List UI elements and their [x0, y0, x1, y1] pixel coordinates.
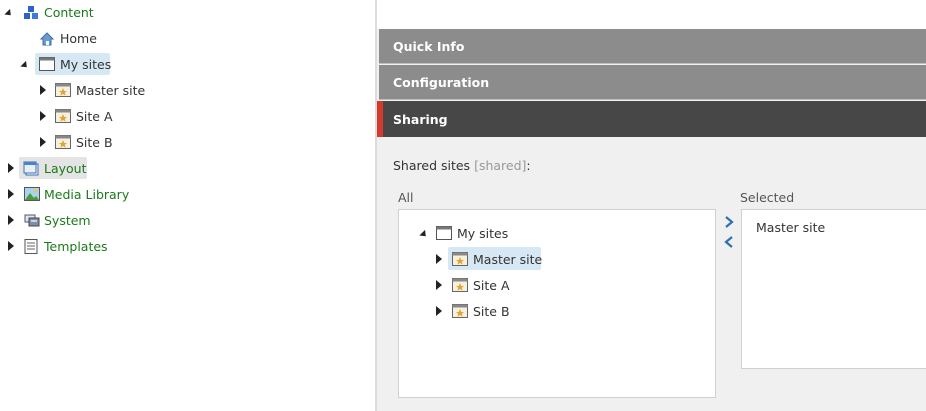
site-star-icon: [55, 135, 71, 149]
selected-sites-list[interactable]: Master site: [741, 209, 926, 369]
section-title-sharing: Sharing: [393, 111, 448, 127]
tree-item-site-b[interactable]: Site B: [76, 135, 113, 150]
move-left-icon: [724, 236, 733, 248]
system-icon: [24, 214, 40, 227]
tree-item-content[interactable]: Content: [44, 5, 94, 20]
section-title-configuration: Configuration: [393, 74, 490, 90]
site-star-icon: [452, 278, 468, 292]
all-tree-item-site-a[interactable]: Site A: [473, 278, 510, 293]
site-star-icon: [55, 109, 71, 123]
site-star-icon: [452, 304, 468, 318]
tree-item-home[interactable]: Home: [60, 31, 97, 46]
move-left-button[interactable]: [723, 235, 735, 249]
shared-sites-label: Shared sites [shared]:: [393, 158, 531, 173]
expand-toggle-content[interactable]: [4, 8, 14, 18]
expand-toggle-all-site-a[interactable]: [434, 280, 444, 290]
templates-icon: [24, 239, 38, 254]
section-configuration[interactable]: Configuration: [379, 65, 926, 100]
selected-column-label: Selected: [740, 190, 795, 205]
move-right-button[interactable]: [723, 215, 735, 229]
move-right-icon: [725, 216, 734, 228]
expand-toggle-my-sites[interactable]: [20, 60, 30, 70]
expand-toggle-all-site-b[interactable]: [434, 306, 444, 316]
field-label: Shared sites: [393, 158, 471, 173]
all-tree-item-my-sites[interactable]: My sites: [457, 226, 508, 241]
tree-item-site-a[interactable]: Site A: [76, 109, 113, 124]
editor-header: [377, 0, 926, 29]
site-star-icon: [452, 252, 468, 266]
expand-toggle-layout[interactable]: [6, 163, 16, 173]
selected-item[interactable]: Master site: [756, 220, 825, 235]
expand-toggle-all-my-sites[interactable]: [419, 229, 429, 239]
tree-item-my-sites[interactable]: My sites: [60, 57, 111, 72]
expand-toggle-all-master-site[interactable]: [434, 254, 444, 264]
all-tree-item-site-b[interactable]: Site B: [473, 304, 510, 319]
home-icon: [39, 32, 55, 46]
all-tree-item-master-site[interactable]: Master site: [473, 252, 542, 267]
tree-item-system[interactable]: System: [44, 213, 91, 228]
active-section-marker: [377, 101, 383, 137]
section-quick-info[interactable]: Quick Info: [379, 29, 926, 64]
expand-toggle-system[interactable]: [6, 215, 16, 225]
section-title-quick-info: Quick Info: [393, 38, 465, 54]
content-cubes-icon: [24, 6, 38, 19]
expand-toggle-templates[interactable]: [6, 241, 16, 251]
media-image-icon: [24, 187, 40, 201]
tree-item-media-library[interactable]: Media Library: [44, 187, 129, 202]
field-colon: :: [526, 158, 531, 173]
window-icon: [436, 226, 452, 240]
expand-toggle-media-library[interactable]: [6, 189, 16, 199]
window-icon: [39, 57, 55, 71]
editor-panel: Quick Info Configuration Sharing Shared …: [377, 0, 926, 411]
tree-item-master-site[interactable]: Master site: [76, 83, 145, 98]
all-column-label: All: [398, 190, 414, 205]
section-sharing[interactable]: Sharing: [379, 101, 926, 137]
field-key: [shared]: [474, 158, 527, 173]
site-star-icon: [55, 83, 71, 97]
expand-toggle-site-a[interactable]: [38, 111, 48, 121]
expand-toggle-site-b[interactable]: [38, 137, 48, 147]
tree-item-templates[interactable]: Templates: [44, 239, 108, 254]
expand-toggle-master-site[interactable]: [38, 85, 48, 95]
layout-icon: [23, 161, 39, 176]
tree-item-layout[interactable]: Layout: [44, 161, 87, 176]
content-tree: Content Home My sites Master site Site A…: [0, 0, 375, 411]
all-sites-tree[interactable]: My sites Master site Site A Site B: [398, 209, 716, 398]
